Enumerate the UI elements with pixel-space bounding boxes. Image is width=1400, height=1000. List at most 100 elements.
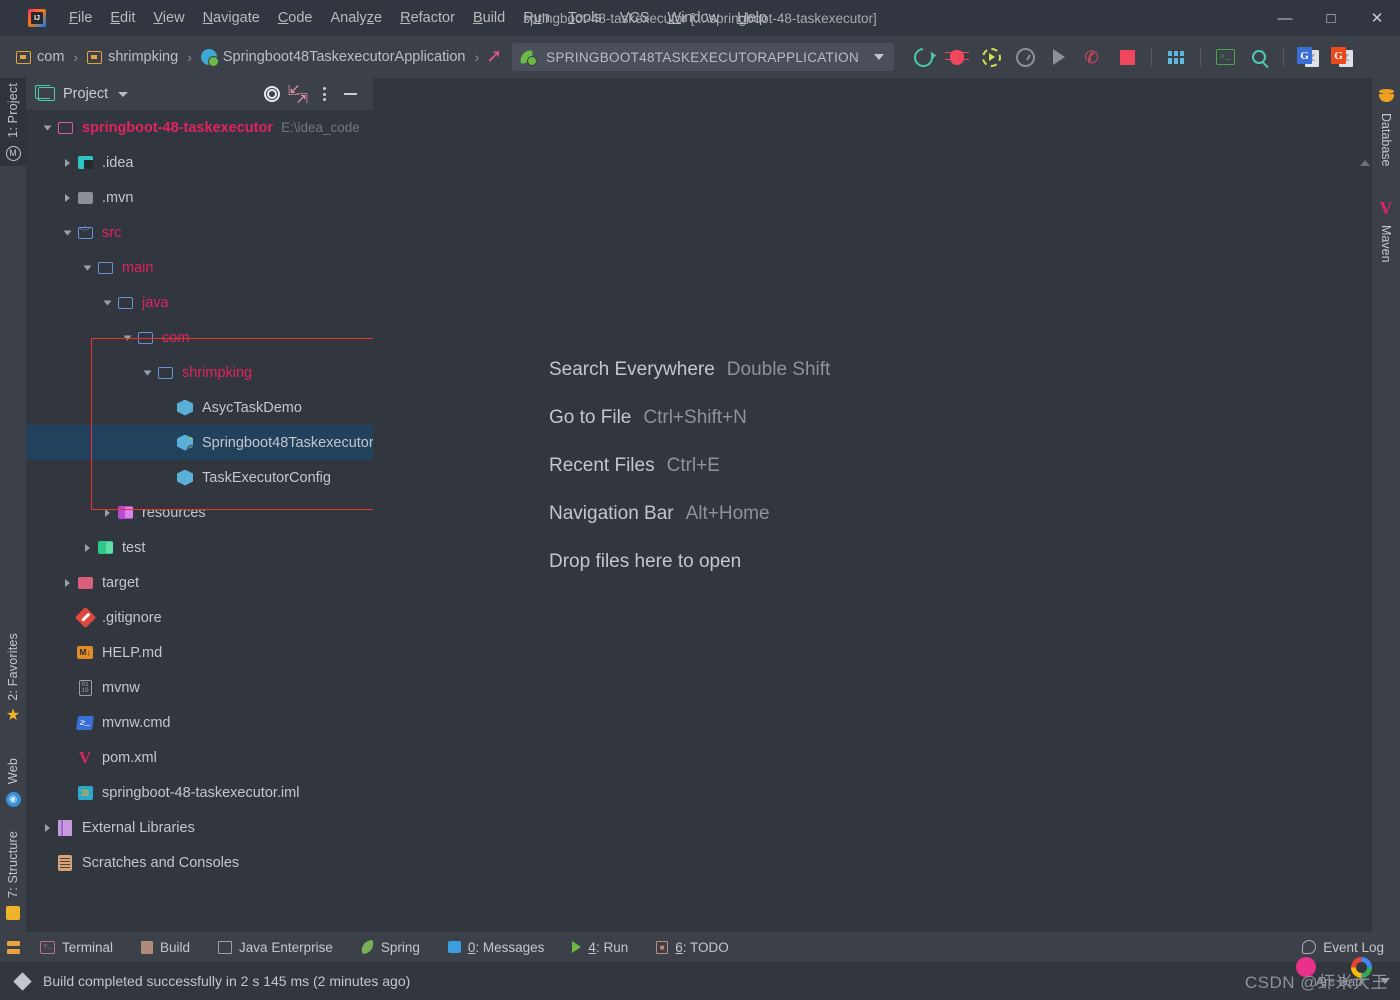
chevron-down-icon[interactable] [58,224,76,242]
chevron-right-icon[interactable] [38,819,56,837]
menu-vcs[interactable]: VCS [611,7,659,29]
chevron-right-icon[interactable] [58,574,76,592]
menu-refactor[interactable]: Refactor [391,7,464,29]
menu-window[interactable]: Window [659,7,729,29]
menu-tools[interactable]: Tools [559,7,611,29]
tree-row[interactable]: Vpom.xml [26,740,373,775]
tree-row[interactable]: .idea [26,145,373,180]
tool-button-run[interactable]: 4: Run [558,940,642,955]
options-menu-icon[interactable] [311,81,337,107]
chevron-right-icon[interactable] [78,539,96,557]
folder-blue-icon [96,259,114,277]
tree-row[interactable]: com [26,320,373,355]
tree-row[interactable]: Springboot48TaskexecutorApplication [26,425,373,460]
tree-row[interactable]: ≥_ mvnw.cmd [26,705,373,740]
editor-tip-shortcut: Ctrl+Shift+N [643,407,747,428]
status-bar: Build completed successfully in 2 s 145 … [0,956,1400,1000]
chevron-right-icon[interactable] [98,504,116,522]
tree-row[interactable]: ЗI springboot-48-taskexecutor.iml [26,775,373,810]
editor-tips: Search Everywhere Double Shift Go to File C… [549,346,830,586]
menu-help[interactable]: Help [728,7,776,29]
tree-row[interactable]: test [26,530,373,565]
tree-row[interactable]: TaskExecutorConfig [26,460,373,495]
breadcrumb-separator: › [187,49,192,65]
menu-file[interactable]: File [60,7,101,29]
tree-row[interactable]: main [26,250,373,285]
breadcrumb-item-shrimpking[interactable]: shrimpking [83,47,182,67]
chevron-down-icon[interactable] [38,119,56,137]
menu-view[interactable]: View [144,7,193,29]
chevron-down-icon[interactable] [118,329,136,347]
sidebar-item-web[interactable]: Web ◉ [0,753,26,812]
tool-button-spring[interactable]: Spring [347,940,434,955]
sidebar-item-structure[interactable]: 7: Structure [0,826,26,925]
menu-edit[interactable]: Edit [101,7,144,29]
sidebar-item-database[interactable]: Database [1372,86,1400,172]
tree-row[interactable]: src [26,215,373,250]
minimize-button[interactable]: — [1262,0,1308,36]
tool-button-build[interactable]: Build [127,940,204,955]
sidebar-item-project[interactable]: 1: Project M [0,78,26,166]
structure-strip-icon[interactable] [7,941,20,954]
debug-bug-icon[interactable] [940,40,974,74]
hide-icon[interactable] [337,81,363,107]
tree-row[interactable]: M↓ HELP.md [26,635,373,670]
rerun-icon[interactable] [906,40,940,74]
tree-row[interactable]: target [26,565,373,600]
sidebar-item-maven[interactable]: V Maven [1372,198,1400,268]
tree-row[interactable]: 01 10 mvnw [26,670,373,705]
tool-button-java-enterprise[interactable]: Java Enterprise [204,940,347,955]
hammer-icon[interactable]: ➚ [484,47,504,67]
toolbar-divider [1200,48,1201,66]
tree-row[interactable]: Scratches and Consoles [26,845,373,880]
google-translate-red-icon[interactable]: G [1325,40,1359,74]
chevron-down-icon[interactable] [118,91,129,97]
maven-icon: V [78,747,92,767]
breadcrumb-label: Springboot48TaskexecutorApplication [222,49,466,65]
terminal-icon[interactable]: >_ [1208,40,1242,74]
tree-row[interactable]: AsycTaskDemo [26,390,373,425]
stop-debug-icon[interactable]: ✆ [1076,40,1110,74]
tree-row[interactable]: java [26,285,373,320]
run-configuration-selector[interactable]: SPRINGBOOT48TASKEXECUTORAPPLICATION [512,43,894,71]
profiler-icon[interactable] [1008,40,1042,74]
menu-code[interactable]: Code [269,7,322,29]
sidebar-item-favorites[interactable]: 2: Favorites ★ [0,628,26,728]
tree-row[interactable]: springboot-48-taskexecutor E:\idea_code [26,110,373,145]
tree-row[interactable]: .mvn [26,180,373,215]
menu-run[interactable]: Run [514,7,559,29]
tree-twisty-placeholder [158,469,176,487]
layout-grid-icon[interactable] [1159,40,1193,74]
chevron-right-icon[interactable] [58,189,76,207]
tree-row-label: springboot-48-taskexecutor.iml [102,784,300,801]
event-log-button[interactable]: Event Log [1302,940,1400,955]
tree-row[interactable]: shrimpking [26,355,373,390]
google-translate-blue-icon[interactable]: G [1291,40,1325,74]
chevron-down-icon[interactable] [98,294,116,312]
tool-button-terminal[interactable]: >_ Terminal [26,940,127,955]
chevron-right-icon[interactable] [58,154,76,172]
chevron-down-icon[interactable] [78,259,96,277]
tool-button-todo[interactable]: ■ 6: TODO [642,940,743,955]
tool-button-messages[interactable]: 0: Messages [434,940,559,955]
breadcrumb-item-com[interactable]: com [12,47,68,67]
run-icon[interactable] [1042,40,1076,74]
close-button[interactable]: ✕ [1354,0,1400,36]
search-icon[interactable] [1242,40,1276,74]
tree-row[interactable]: .gitignore [26,600,373,635]
chevron-down-icon[interactable] [138,364,156,382]
stop-icon[interactable] [1110,40,1144,74]
menu-build[interactable]: Build [464,7,514,29]
collapse-all-icon[interactable] [285,81,311,107]
menu-analyze[interactable]: Analyze [322,7,392,29]
menu-navigate[interactable]: Navigate [194,7,269,29]
breadcrumb-item-application[interactable]: Springboot48TaskexecutorApplication [197,47,470,67]
select-opened-file-icon[interactable] [259,81,285,107]
maximize-button[interactable]: □ [1308,0,1354,36]
run-with-coverage-icon[interactable] [974,40,1008,74]
editor-tip-shortcut: Ctrl+E [666,455,720,476]
scroll-up-arrow-icon[interactable] [1360,160,1370,166]
tree-row[interactable]: resources [26,495,373,530]
project-tree[interactable]: springboot-48-taskexecutor E:\idea_code .i… [26,110,373,948]
tree-row[interactable]: External Libraries [26,810,373,845]
